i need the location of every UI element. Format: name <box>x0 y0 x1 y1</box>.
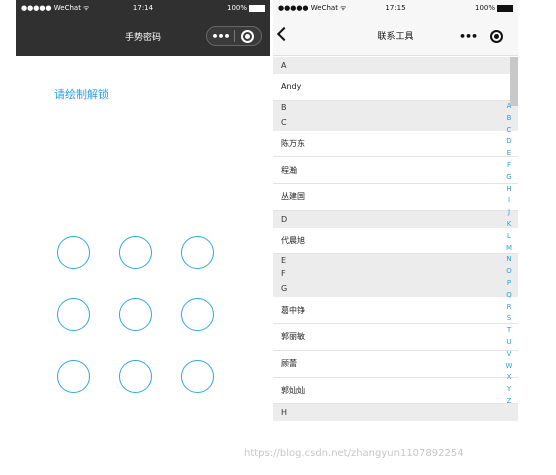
battery: 100% <box>475 4 513 12</box>
pattern-dot[interactable] <box>57 360 90 393</box>
contact-item[interactable]: 程瀚 <box>273 157 518 185</box>
status-bar: ●●●●● WeChat ᯤ 17:14 100% <box>16 0 270 16</box>
contact-item[interactable]: 郭丽敏 <box>273 324 518 351</box>
target-icon <box>490 29 503 43</box>
carrier-label: ●●●●● WeChat <box>278 4 338 12</box>
pattern-dot[interactable] <box>181 236 214 269</box>
pattern-dot[interactable] <box>181 360 214 393</box>
target-icon <box>241 29 255 43</box>
index-letter-s[interactable]: S <box>507 313 511 325</box>
index-letter-o[interactable]: O <box>506 266 512 278</box>
index-letter-e[interactable]: E <box>507 148 511 160</box>
contacts-screen: ●●●●● WeChat ᯤ 17:15 100% 联系工具 ••• A Andy… <box>273 0 518 475</box>
pattern-dot[interactable] <box>119 298 152 331</box>
index-letter-j[interactable]: J <box>508 207 510 219</box>
index-letter-h[interactable]: H <box>506 184 511 196</box>
pattern-dot[interactable] <box>119 360 152 393</box>
gesture-password-screen: ●●●●● WeChat ᯤ 17:14 100% 手势密码 ••• 请绘制解锁 <box>16 0 270 475</box>
pattern-dot[interactable] <box>119 236 152 269</box>
index-letter-k[interactable]: K <box>507 219 512 231</box>
carrier-label: ●●●●● WeChat <box>21 4 81 12</box>
index-letter-u[interactable]: U <box>506 337 511 349</box>
index-letter-c[interactable]: C <box>507 125 512 137</box>
page-title: 手势密码 <box>124 32 161 43</box>
index-letter-n[interactable]: N <box>506 254 511 266</box>
index-letter-y[interactable]: Y <box>507 384 511 396</box>
close-miniprogram-button[interactable] <box>483 29 510 43</box>
contact-item[interactable]: 丛建国 <box>273 184 518 211</box>
page-title: 联系工具 <box>377 32 414 42</box>
contact-item[interactable]: 代晨旭 <box>273 227 518 255</box>
index-letter-a[interactable]: A <box>507 101 512 113</box>
pattern-dot[interactable] <box>57 298 90 331</box>
more-icon[interactable]: ••• <box>454 30 482 43</box>
battery-percent: 100% <box>474 4 495 12</box>
alphabet-index[interactable]: ABCDEFGHIJKLMNOPQRSTUVWXYZ <box>504 101 514 408</box>
index-letter-d[interactable]: D <box>506 136 511 148</box>
pattern-dot[interactable] <box>57 236 90 269</box>
battery-icon <box>249 4 265 12</box>
battery-percent: 100% <box>226 4 247 12</box>
menu-capsule: ••• <box>206 26 262 46</box>
contact-item[interactable]: 郭灿灿 <box>273 377 518 405</box>
close-miniprogram-button[interactable] <box>235 29 261 43</box>
more-icon[interactable]: ••• <box>207 30 234 43</box>
pattern-dot[interactable] <box>181 298 214 331</box>
scrollbar[interactable] <box>510 57 518 106</box>
index-letter-z[interactable]: Z <box>507 396 512 408</box>
section-header-h: H <box>273 404 518 422</box>
back-arrow-icon[interactable] <box>276 26 292 42</box>
index-letter-p[interactable]: P <box>507 278 511 290</box>
carrier: ●●●●● WeChat ᯤ <box>278 4 346 13</box>
watermark: https://blog.csdn.net/zhangyun1107892254 <box>244 448 464 459</box>
section-header-c: C <box>273 113 518 131</box>
wifi-icon: ᯤ <box>82 3 90 12</box>
status-bar: ●●●●● WeChat ᯤ 17:15 100% <box>273 0 518 16</box>
unlock-prompt: 请绘制解锁 <box>54 88 109 101</box>
index-letter-w[interactable]: W <box>506 361 513 373</box>
index-letter-l[interactable]: L <box>507 231 511 243</box>
index-letter-i[interactable]: I <box>508 195 510 207</box>
battery-icon <box>497 4 513 12</box>
index-letter-x[interactable]: X <box>507 372 512 384</box>
index-letter-t[interactable]: T <box>507 325 511 337</box>
index-letter-m[interactable]: M <box>506 243 512 255</box>
section-header-g: G <box>273 280 518 298</box>
index-letter-f[interactable]: F <box>507 160 511 172</box>
index-letter-v[interactable]: V <box>507 349 512 361</box>
section-header-f: F <box>273 267 518 281</box>
contact-item[interactable]: 顾蕾 <box>273 350 518 378</box>
index-letter-b[interactable]: B <box>507 113 512 125</box>
section-header-b: B <box>273 100 518 114</box>
contact-item[interactable]: 葛中铮 <box>273 297 518 325</box>
nav-bar: 联系工具 ••• <box>273 16 518 56</box>
wifi-icon: ᯤ <box>339 3 347 12</box>
index-letter-r[interactable]: R <box>507 302 512 314</box>
section-header-e: E <box>273 254 518 268</box>
contact-item[interactable]: 陈万东 <box>273 130 518 158</box>
section-header-a: A <box>273 57 518 74</box>
index-letter-g[interactable]: G <box>506 172 511 184</box>
contact-list[interactable]: A Andy B C 陈万东 程瀚 丛建国 D 代晨旭 E F G 葛中铮 郭丽敏 顾蕾 郭灿灿 H <box>273 57 518 422</box>
menu-capsule: ••• <box>454 26 510 46</box>
index-letter-q[interactable]: Q <box>506 290 512 302</box>
contact-item[interactable]: Andy <box>273 74 518 101</box>
section-header-d: D <box>273 210 518 228</box>
carrier: ●●●●● WeChat ᯤ <box>21 4 89 13</box>
battery: 100% <box>227 4 265 12</box>
nav-bar: 手势密码 ••• <box>16 16 270 56</box>
